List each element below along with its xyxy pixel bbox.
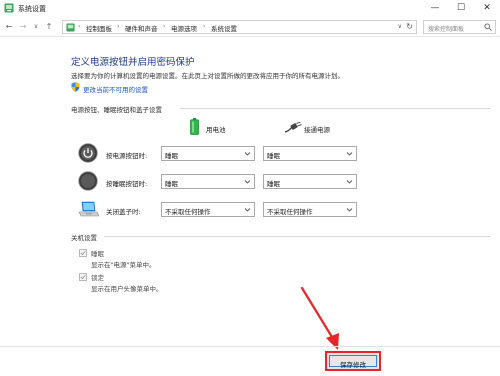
recent-locations-button[interactable]: ∨ (31, 21, 41, 32)
select-value: 睡眠 (165, 180, 178, 188)
change-unavailable-settings-link[interactable]: 更改当前不可用的设置 (83, 84, 148, 94)
select-value: 睡眠 (267, 180, 280, 188)
power-button-plugged-select[interactable]: 睡眠 (263, 146, 357, 161)
search-icon (484, 23, 492, 31)
maximize-button[interactable]: ☐ (448, 0, 474, 17)
refresh-button[interactable]: ↻ (406, 22, 413, 31)
chevron-down-icon (346, 152, 353, 156)
page-description: 选择要为你的计算机设置的电源设置。在此页上对设置所做的更改将应用于你的所有电源计… (71, 72, 344, 80)
breadcrumb-hardware-sound[interactable]: 硬件和声音 (125, 23, 158, 33)
annotation-arrow (300, 286, 339, 350)
control-panel-icon (66, 23, 75, 32)
section-label-power-buttons: 电源按钮、睡眠按钮和盖子设置 (71, 106, 162, 114)
save-button-label: 保存修改 (340, 361, 366, 369)
save-button-face: 保存修改 (329, 355, 377, 369)
sleep-option-description: 显示在"电源"菜单中。 (91, 261, 156, 269)
up-button[interactable]: ↑ (44, 21, 54, 32)
back-button[interactable]: ← (4, 21, 14, 32)
power-icon (78, 143, 98, 163)
breadcrumb-separator: › (163, 23, 166, 30)
minimize-button[interactable]: — (422, 0, 448, 17)
close-button[interactable]: ✕ (474, 0, 500, 17)
address-box[interactable]: › 控制面板 › 硬件和声音 › 电源选项 › 系统设置 ∨ ↻ (62, 20, 417, 34)
breadcrumb-separator: › (203, 23, 206, 30)
checkmark-icon (80, 250, 86, 256)
breadcrumb-power-options[interactable]: 电源选项 (171, 23, 197, 33)
select-value: 不采取任何操作 (267, 208, 313, 216)
lock-option-description: 显示在用户头像菜单中。 (91, 285, 163, 293)
window-title: 系统设置 (18, 5, 46, 13)
battery-icon (190, 118, 199, 135)
chevron-down-icon (346, 208, 353, 212)
row-label-sleep-button: 按睡眠按钮时: (106, 180, 148, 188)
power-button-battery-select[interactable]: 睡眠 (161, 146, 255, 161)
chevron-down-icon (244, 152, 251, 156)
control-panel-icon (4, 3, 14, 13)
address-history-dropdown[interactable]: ∨ (398, 23, 402, 30)
close-lid-plugged-select[interactable]: 不采取任何操作 (263, 202, 357, 217)
lock-checkbox[interactable] (79, 273, 87, 281)
chevron-down-icon (346, 180, 353, 184)
footer-divider (0, 346, 500, 347)
section-divider (104, 236, 490, 237)
select-value: 睡眠 (165, 152, 178, 160)
sleep-moon-icon (78, 171, 98, 191)
breadcrumb-separator: › (117, 23, 120, 30)
column-label-battery: 用电池 (206, 126, 226, 134)
section-divider (180, 108, 490, 109)
lock-option-label: 锁定 (91, 274, 104, 282)
laptop-lid-icon (78, 201, 100, 217)
sleep-checkbox[interactable] (79, 249, 87, 257)
checkmark-icon (80, 274, 86, 280)
chevron-down-icon (244, 208, 251, 212)
address-bar: ← → ∨ ↑ › 控制面板 › 硬件和声音 › 电源选项 › 系统设置 ∨ ↻… (0, 17, 500, 37)
breadcrumb-control-panel[interactable]: 控制面板 (86, 23, 112, 33)
row-label-power-button: 按电源按钮时: (106, 152, 148, 160)
forward-button[interactable]: → (18, 21, 28, 32)
uac-shield-icon (71, 82, 80, 92)
page-title: 定义电源按钮并启用密码保护 (71, 57, 195, 68)
save-changes-button[interactable]: 保存修改 (325, 351, 381, 371)
sleep-button-battery-select[interactable]: 睡眠 (161, 174, 255, 189)
plug-icon (284, 122, 302, 133)
select-value: 睡眠 (267, 152, 280, 160)
search-placeholder: 搜索控制面板 (428, 26, 465, 33)
chevron-down-icon (244, 180, 251, 184)
sleep-option-label: 睡眠 (91, 250, 104, 258)
sleep-button-plugged-select[interactable]: 睡眠 (263, 174, 357, 189)
column-label-plugged-in: 接通电源 (304, 126, 330, 134)
select-value: 不采取任何操作 (165, 208, 211, 216)
close-lid-battery-select[interactable]: 不采取任何操作 (161, 202, 255, 217)
breadcrumb-separator: › (78, 23, 81, 30)
breadcrumb-system-settings[interactable]: 系统设置 (211, 23, 237, 33)
section-label-shutdown: 关机设置 (71, 234, 97, 242)
row-label-close-lid: 关闭盖子时: (106, 208, 141, 216)
search-input[interactable]: 搜索控制面板 (423, 20, 496, 34)
title-bar: 系统设置 — ☐ ✕ (0, 0, 500, 17)
